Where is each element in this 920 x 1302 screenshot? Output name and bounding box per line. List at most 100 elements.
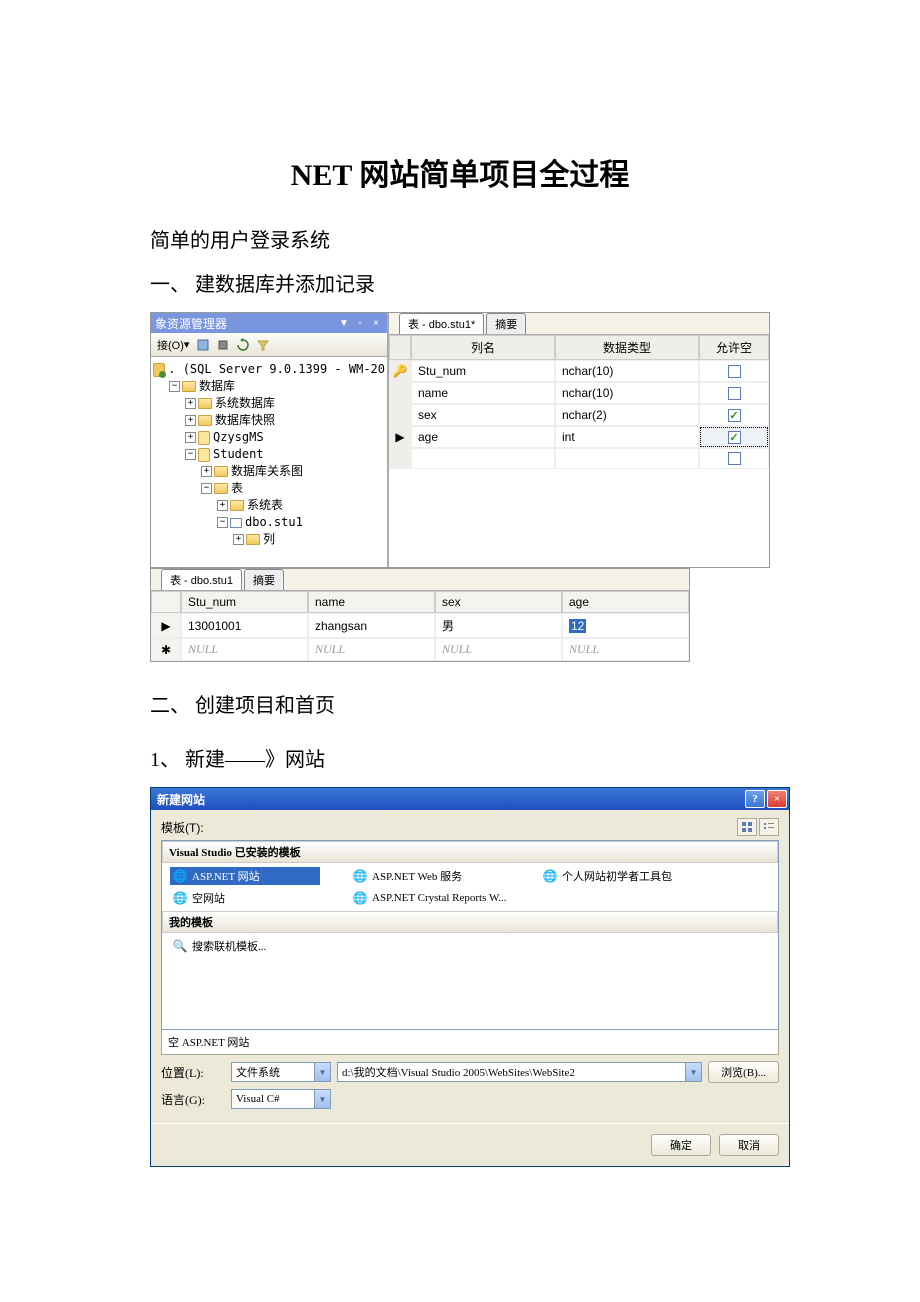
- data-grid[interactable]: Stu_num name sex age ▶ 13001001 zhangsan…: [151, 591, 689, 661]
- globe-icon: 🌐: [172, 890, 188, 906]
- data-header: name: [308, 591, 435, 613]
- null-checkbox[interactable]: [728, 387, 741, 400]
- templates-listbox[interactable]: Visual Studio 已安装的模板 🌐 ASP.NET 网站 🌐 ASP.…: [161, 840, 779, 1030]
- template-crystal[interactable]: 🌐 ASP.NET Crystal Reports W...: [350, 889, 509, 907]
- ok-button[interactable]: 确定: [651, 1134, 711, 1156]
- tab-table-stu1[interactable]: 表 - dbo.stu1*: [399, 313, 484, 334]
- filter-icon[interactable]: [255, 337, 271, 353]
- chevron-down-icon[interactable]: ▼: [314, 1063, 330, 1081]
- row-selector-icon: ▶: [395, 430, 404, 444]
- table-data-screenshot: 表 - dbo.stu1 摘要 Stu_num name sex age ▶ 1…: [150, 568, 690, 662]
- col-type-cell[interactable]: nchar(10): [555, 382, 699, 404]
- explorer-toolbar: 接(O)▾: [151, 333, 387, 357]
- new-website-dialog: 新建网站 ? × 模板(T): Visual Studio 已安装的模板: [150, 787, 790, 1167]
- tree-qzysg-node[interactable]: + QzysgMS: [153, 429, 385, 446]
- small-icons-button[interactable]: [759, 818, 779, 836]
- tree-view[interactable]: . (SQL Server 9.0.1399 - WM-20 − 数据库 + 系…: [151, 357, 387, 567]
- data-cell[interactable]: 男: [435, 613, 562, 638]
- templates-label: 模板(T):: [161, 819, 204, 836]
- table-icon: [230, 518, 242, 528]
- col-header-type: 数据类型: [555, 335, 699, 360]
- chevron-down-icon[interactable]: ▼: [314, 1090, 330, 1108]
- pin-icon[interactable]: ▫: [353, 316, 367, 330]
- data-cell[interactable]: NULL: [181, 638, 308, 661]
- tree-systables-node[interactable]: + 系统表: [153, 497, 385, 514]
- tree-sysdb-node[interactable]: + 系统数据库: [153, 395, 385, 412]
- data-cell[interactable]: NULL: [308, 638, 435, 661]
- close-icon[interactable]: ×: [369, 316, 383, 330]
- col-name-cell[interactable]: [411, 448, 555, 469]
- close-button[interactable]: ×: [767, 790, 787, 808]
- col-type-cell[interactable]: nchar(2): [555, 404, 699, 426]
- null-checkbox[interactable]: [728, 409, 741, 422]
- cancel-button[interactable]: 取消: [719, 1134, 779, 1156]
- col-type-cell[interactable]: nchar(10): [555, 360, 699, 382]
- stop-icon[interactable]: [215, 337, 231, 353]
- refresh-server-icon[interactable]: [195, 337, 211, 353]
- connect-button[interactable]: 接(O)▾: [155, 337, 191, 353]
- data-cell[interactable]: zhangsan: [308, 613, 435, 638]
- section-2-heading: 二、 创建项目和首页: [150, 689, 770, 718]
- null-checkbox[interactable]: [728, 365, 741, 378]
- tree-student-node[interactable]: − Student: [153, 446, 385, 463]
- designer-grid[interactable]: 列名 数据类型 允许空 🔑 Stu_num nchar(10) name nch…: [389, 335, 769, 469]
- data-header: Stu_num: [181, 591, 308, 613]
- dialog-title: 新建网站: [157, 791, 743, 808]
- object-explorer-panel: 象资源管理器 ▼ ▫ × 接(O)▾: [151, 313, 389, 567]
- col-type-cell[interactable]: int: [555, 426, 699, 448]
- subtitle: 简单的用户登录系统: [150, 224, 770, 253]
- chevron-down-icon[interactable]: ▼: [685, 1063, 701, 1081]
- tab-table-stu1-data[interactable]: 表 - dbo.stu1: [161, 569, 242, 590]
- tree-diagram-node[interactable]: + 数据库关系图: [153, 463, 385, 480]
- browse-button[interactable]: 浏览(B)...: [708, 1061, 779, 1083]
- data-cell[interactable]: 12: [562, 613, 689, 638]
- data-header: age: [562, 591, 689, 613]
- designer-tabs: 表 - dbo.stu1* 摘要: [389, 313, 769, 335]
- location-path-combo[interactable]: d:\我的文档\Visual Studio 2005\WebSites\WebS…: [337, 1062, 702, 1082]
- data-cell[interactable]: NULL: [435, 638, 562, 661]
- col-name-cell[interactable]: sex: [411, 404, 555, 426]
- null-checkbox[interactable]: [728, 452, 741, 465]
- refresh-icon[interactable]: [235, 337, 251, 353]
- row-selector-icon: ▶: [161, 619, 170, 633]
- language-combo[interactable]: Visual C# ▼: [231, 1089, 331, 1109]
- help-button[interactable]: ?: [745, 790, 765, 808]
- tree-databases-node[interactable]: − 数据库: [153, 378, 385, 395]
- tab-summary[interactable]: 摘要: [486, 313, 526, 334]
- large-icons-button[interactable]: [737, 818, 757, 836]
- location-label: 位置(L):: [161, 1064, 225, 1081]
- location-type-combo[interactable]: 文件系统 ▼: [231, 1062, 331, 1082]
- tree-columns-node[interactable]: + 列: [153, 531, 385, 548]
- search-icon: 🔍: [172, 938, 188, 954]
- tree-tables-node[interactable]: − 表: [153, 480, 385, 497]
- col-name-cell[interactable]: age: [411, 426, 555, 448]
- sql-explorer-screenshot: 象资源管理器 ▼ ▫ × 接(O)▾: [150, 312, 770, 568]
- col-name-cell[interactable]: Stu_num: [411, 360, 555, 382]
- template-asp-net[interactable]: 🌐 ASP.NET 网站: [170, 867, 320, 885]
- null-checkbox[interactable]: [728, 431, 741, 444]
- globe-icon: 🌐: [542, 868, 558, 884]
- template-description: 空 ASP.NET 网站: [161, 1030, 779, 1055]
- section-2-sub: 1、 新建——》网站: [150, 743, 770, 772]
- col-name-cell[interactable]: name: [411, 382, 555, 404]
- template-empty[interactable]: 🌐 空网站: [170, 889, 320, 907]
- folder-icon: [214, 483, 228, 494]
- col-header-null: 允许空: [699, 335, 769, 360]
- tab-summary[interactable]: 摘要: [244, 569, 284, 590]
- installed-templates-header: Visual Studio 已安装的模板: [162, 841, 778, 863]
- tree-snapshot-node[interactable]: + 数据库快照: [153, 412, 385, 429]
- section-1-heading: 一、 建数据库并添加记录: [150, 268, 770, 297]
- template-web-service[interactable]: 🌐 ASP.NET Web 服务: [350, 867, 510, 885]
- window-position-icon[interactable]: ▼: [337, 316, 351, 330]
- table-designer-panel: 表 - dbo.stu1* 摘要 列名 数据类型 允许空 🔑 Stu_num n…: [389, 313, 769, 567]
- folder-icon: [182, 381, 196, 392]
- template-search-online[interactable]: 🔍 搜索联机模板...: [170, 937, 268, 955]
- data-cell[interactable]: 13001001: [181, 613, 308, 638]
- tree-server-node[interactable]: . (SQL Server 9.0.1399 - WM-20: [153, 361, 385, 378]
- explorer-title: 象资源管理器: [155, 315, 335, 332]
- my-templates-header: 我的模板: [162, 911, 778, 933]
- tree-stu1-node[interactable]: − dbo.stu1: [153, 514, 385, 531]
- data-cell[interactable]: NULL: [562, 638, 689, 661]
- template-starter-kit[interactable]: 🌐 个人网站初学者工具包: [540, 867, 674, 885]
- col-type-cell[interactable]: [555, 448, 699, 469]
